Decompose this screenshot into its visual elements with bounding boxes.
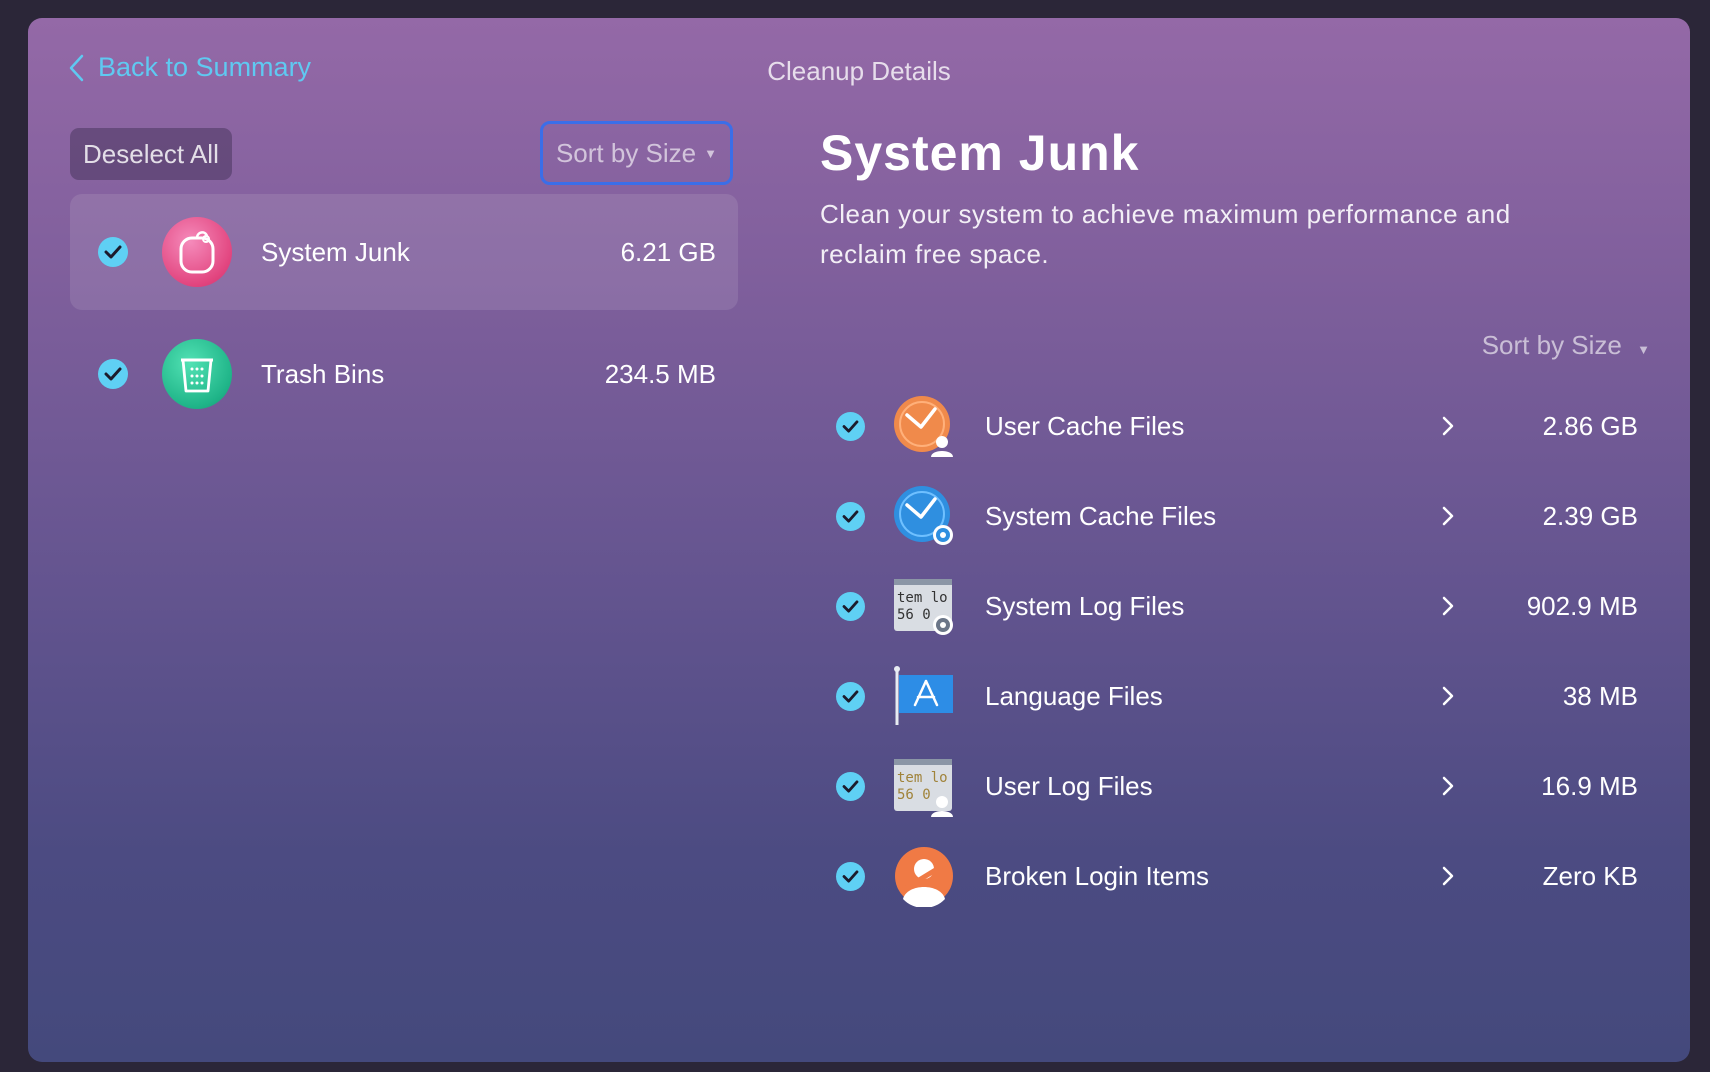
item-label: System Log Files	[985, 590, 1185, 621]
svg-text:56 0: 56 0	[897, 607, 931, 623]
item-size: 16.9 MB	[1541, 770, 1638, 801]
item-row-user-log-files[interactable]: tem lo 56 0 User Log Files 16.9 MB	[836, 746, 1656, 826]
item-size: 902.9 MB	[1526, 590, 1638, 621]
checkbox-checked-icon[interactable]	[98, 359, 128, 389]
checkbox-checked-icon[interactable]	[836, 591, 865, 621]
checkbox-checked-icon[interactable]	[836, 681, 865, 711]
checkbox-checked-icon[interactable]	[836, 861, 865, 891]
language-files-icon	[893, 665, 955, 727]
system-log-icon: tem lo 56 0	[893, 575, 955, 637]
chevron-right-icon[interactable]	[1442, 416, 1458, 436]
checkbox-checked-icon[interactable]	[836, 411, 865, 441]
page-title: Cleanup Details	[767, 56, 951, 86]
item-label: System Cache Files	[985, 500, 1217, 531]
item-label: Broken Login Items	[985, 860, 1210, 891]
item-row-broken-login-items[interactable]: Broken Login Items Zero KB	[836, 836, 1656, 916]
svg-text:56 0: 56 0	[897, 787, 931, 803]
dropdown-caret-icon: ▼	[1637, 342, 1650, 357]
dropdown-caret-icon: ▼	[704, 145, 718, 161]
user-log-icon: tem lo 56 0	[893, 755, 955, 817]
item-label: Language Files	[985, 680, 1163, 711]
chevron-right-icon[interactable]	[1442, 776, 1458, 796]
detail-sort-by-size-dropdown[interactable]: Sort by Size ▼	[1482, 330, 1650, 361]
chevron-right-icon[interactable]	[1442, 686, 1458, 706]
sort-label: Sort by Size	[555, 137, 697, 168]
item-size: Zero KB	[1542, 860, 1638, 891]
category-size: 6.21 GB	[620, 236, 716, 267]
item-label: User Cache Files	[985, 410, 1185, 441]
user-cache-icon	[893, 395, 955, 457]
detail-title: System Junk	[820, 125, 1140, 181]
item-size: 2.39 GB	[1542, 500, 1638, 531]
system-junk-icon	[162, 217, 232, 287]
chevron-right-icon[interactable]	[1442, 866, 1458, 886]
deselect-all-button[interactable]: Deselect All	[70, 128, 232, 180]
category-label: Trash Bins	[261, 358, 385, 389]
svg-text:tem lo: tem lo	[897, 770, 948, 786]
trash-bin-icon	[162, 339, 232, 409]
detail-description: Clean your system to achieve maximum per…	[820, 199, 1511, 269]
checkbox-checked-icon[interactable]	[836, 501, 865, 531]
item-row-language-files[interactable]: Language Files 38 MB	[836, 656, 1656, 736]
item-row-user-cache-files[interactable]: User Cache Files 2.86 GB	[836, 386, 1656, 466]
chevron-right-icon[interactable]	[1442, 506, 1458, 526]
checkbox-checked-icon[interactable]	[836, 771, 865, 801]
category-label: System Junk	[261, 236, 410, 267]
sort-label: Sort by Size	[1481, 330, 1622, 360]
cleanup-window: Back to Summary Cleanup Details Deselect…	[28, 18, 1690, 1062]
svg-text:tem lo: tem lo	[897, 590, 948, 606]
sort-by-size-dropdown[interactable]: Sort by Size ▼	[540, 121, 733, 185]
category-size: 234.5 MB	[604, 358, 716, 389]
item-size: 2.86 GB	[1542, 410, 1638, 441]
category-row-trash-bins[interactable]: Trash Bins 234.5 MB	[70, 316, 738, 432]
system-cache-icon	[893, 485, 955, 547]
chevron-right-icon[interactable]	[1442, 596, 1458, 616]
broken-login-icon	[893, 845, 955, 908]
checkbox-checked-icon[interactable]	[98, 237, 128, 267]
category-row-system-junk[interactable]: System Junk 6.21 GB	[70, 194, 738, 310]
item-label: User Log Files	[985, 770, 1153, 801]
item-row-system-log-files[interactable]: tem lo 56 0 System Log Files 902.9 MB	[836, 566, 1656, 646]
item-row-system-cache-files[interactable]: System Cache Files 2.39 GB	[836, 476, 1656, 556]
item-size: 38 MB	[1562, 680, 1638, 711]
